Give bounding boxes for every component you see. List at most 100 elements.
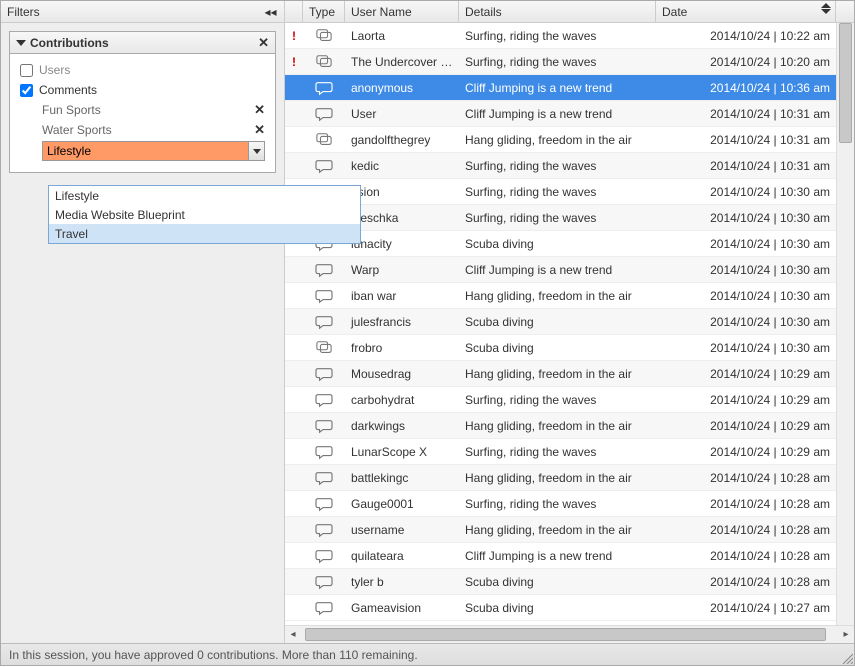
table-row[interactable]: anonymousCliff Jumping is a new trend201… [285, 75, 836, 101]
table-row[interactable]: djeschkaSurfing, riding the waves2014/10… [285, 205, 836, 231]
cell-date: 2014/10/24 | 10:30 am [656, 289, 836, 303]
tag-combo-row [16, 140, 269, 162]
cell-details: Hang gliding, freedom in the air [459, 289, 656, 303]
tag-combobox-button[interactable] [248, 142, 264, 160]
comments-checkbox-row[interactable]: Comments [16, 80, 269, 100]
horizontal-scrollbar[interactable]: ◂ ▸ [285, 625, 854, 643]
tag-label: Water Sports [42, 123, 112, 137]
table-row[interactable]: usernameHang gliding, freedom in the air… [285, 517, 836, 543]
table-row[interactable]: gandolfthegreyHang gliding, freedom in t… [285, 127, 836, 153]
table-row[interactable]: Gauge0001Surfing, riding the waves2014/1… [285, 491, 836, 517]
cell-details: Surfing, riding the waves [459, 445, 656, 459]
comment-type-icon [303, 366, 345, 382]
comments-checkbox[interactable] [20, 84, 33, 97]
vertical-scrollbar-thumb[interactable] [839, 23, 852, 143]
table-row[interactable]: lunacityScuba diving2014/10/24 | 10:30 a… [285, 231, 836, 257]
table-row[interactable]: UserCliff Jumping is a new trend2014/10/… [285, 101, 836, 127]
contributions-panel-body: Users Comments Fun Sports ✕ Water Sports… [10, 54, 275, 172]
table-row[interactable]: MousedragHang gliding, freedom in the ai… [285, 361, 836, 387]
table-row[interactable]: frobroScuba diving2014/10/24 | 10:30 am [285, 335, 836, 361]
cell-details: Surfing, riding the waves [459, 393, 656, 407]
chevron-down-icon [253, 149, 261, 154]
remove-tag-icon[interactable]: ✕ [254, 102, 265, 118]
scroll-left-icon[interactable]: ◂ [285, 627, 301, 643]
column-details[interactable]: Details [459, 1, 656, 22]
resize-grip-icon[interactable] [841, 652, 853, 664]
column-alert[interactable] [285, 1, 303, 22]
users-checkbox[interactable] [20, 64, 33, 77]
dropdown-item[interactable]: Lifestyle [49, 186, 360, 205]
cell-username: Gauge0001 [345, 497, 459, 511]
table-row[interactable]: kedicSurfing, riding the waves2014/10/24… [285, 153, 836, 179]
app-window: Filters ◂◂ Contributions ✕ Users [0, 0, 855, 666]
table-row[interactable]: julesfrancisScuba diving2014/10/24 | 10:… [285, 309, 836, 335]
contributions-panel-header[interactable]: Contributions ✕ [10, 32, 275, 54]
tag-combobox-input[interactable] [43, 142, 248, 160]
collapse-sidebar-icon[interactable]: ◂◂ [263, 5, 278, 19]
column-type[interactable]: Type [303, 1, 345, 22]
filters-title: Filters [7, 5, 40, 19]
alert-icon: ! [285, 55, 303, 69]
table-row[interactable]: LunarScope XSurfing, riding the waves201… [285, 439, 836, 465]
column-date[interactable]: Date [656, 1, 836, 22]
table-row[interactable]: quilatearaCliff Jumping is a new trend20… [285, 543, 836, 569]
cell-details: Hang gliding, freedom in the air [459, 419, 656, 433]
users-checkbox-label: Users [39, 63, 70, 77]
table-row[interactable]: darkwingsHang gliding, freedom in the ai… [285, 413, 836, 439]
comment-type-icon [303, 496, 345, 512]
comment-type-icon [303, 262, 345, 278]
close-panel-icon[interactable]: ✕ [258, 35, 269, 51]
comment-type-icon [303, 314, 345, 330]
scroll-right-icon[interactable]: ▸ [838, 627, 854, 643]
cell-username: Warp [345, 263, 459, 277]
horizontal-scrollbar-thumb[interactable] [305, 628, 826, 641]
cell-details: Scuba diving [459, 315, 656, 329]
table-row[interactable]: !The Undercover …Surfing, riding the wav… [285, 49, 836, 75]
column-username[interactable]: User Name [345, 1, 459, 22]
contributions-panel: Contributions ✕ Users Comments Fun Sport… [9, 31, 276, 173]
table-row[interactable]: WarpCliff Jumping is a new trend2014/10/… [285, 257, 836, 283]
alert-icon: ! [285, 29, 303, 43]
cell-details: Surfing, riding the waves [459, 497, 656, 511]
cell-username: Gameavision [345, 601, 459, 615]
tag-label: Fun Sports [42, 103, 101, 117]
table-row[interactable]: iban warHang gliding, freedom in the air… [285, 283, 836, 309]
cell-date: 2014/10/24 | 10:30 am [656, 211, 836, 225]
vertical-scrollbar[interactable] [836, 23, 854, 625]
table-row[interactable]: GameavisionScuba diving2014/10/24 | 10:2… [285, 595, 836, 621]
tag-combobox-dropdown[interactable]: LifestyleMedia Website BlueprintTravel [48, 185, 361, 244]
dropdown-item[interactable]: Travel [49, 224, 360, 243]
table-row[interactable]: battlekingcHang gliding, freedom in the … [285, 465, 836, 491]
comment-type-icon [303, 28, 345, 44]
table-row[interactable]: dsionSurfing, riding the waves2014/10/24… [285, 179, 836, 205]
cell-username: username [345, 523, 459, 537]
cell-details: Surfing, riding the waves [459, 211, 656, 225]
table-row[interactable]: tyler bScuba diving2014/10/24 | 10:28 am [285, 569, 836, 595]
filters-header: Filters ◂◂ [1, 1, 284, 23]
column-scrollbar-spacer [836, 1, 854, 22]
cell-date: 2014/10/24 | 10:22 am [656, 29, 836, 43]
cell-details: Hang gliding, freedom in the air [459, 471, 656, 485]
comment-type-icon [303, 470, 345, 486]
cell-details: Cliff Jumping is a new trend [459, 81, 656, 95]
cell-details: Scuba diving [459, 237, 656, 251]
cell-details: Scuba diving [459, 601, 656, 615]
cell-date: 2014/10/24 | 10:28 am [656, 575, 836, 589]
cell-username: lunacity [345, 237, 459, 251]
cell-details: Surfing, riding the waves [459, 29, 656, 43]
cell-username: battlekingc [345, 471, 459, 485]
cell-date: 2014/10/24 | 10:28 am [656, 471, 836, 485]
cell-details: Hang gliding, freedom in the air [459, 367, 656, 381]
cell-details: Cliff Jumping is a new trend [459, 107, 656, 121]
table-row[interactable]: !LaortaSurfing, riding the waves2014/10/… [285, 23, 836, 49]
cell-username: quilateara [345, 549, 459, 563]
table-row[interactable]: carbohydratSurfing, riding the waves2014… [285, 387, 836, 413]
remove-tag-icon[interactable]: ✕ [254, 122, 265, 138]
users-checkbox-row[interactable]: Users [16, 60, 269, 80]
dropdown-item[interactable]: Media Website Blueprint [49, 205, 360, 224]
cell-details: Cliff Jumping is a new trend [459, 549, 656, 563]
cell-username: tyler b [345, 575, 459, 589]
cell-date: 2014/10/24 | 10:30 am [656, 315, 836, 329]
tag-combobox[interactable] [42, 141, 265, 161]
cell-date: 2014/10/24 | 10:28 am [656, 497, 836, 511]
